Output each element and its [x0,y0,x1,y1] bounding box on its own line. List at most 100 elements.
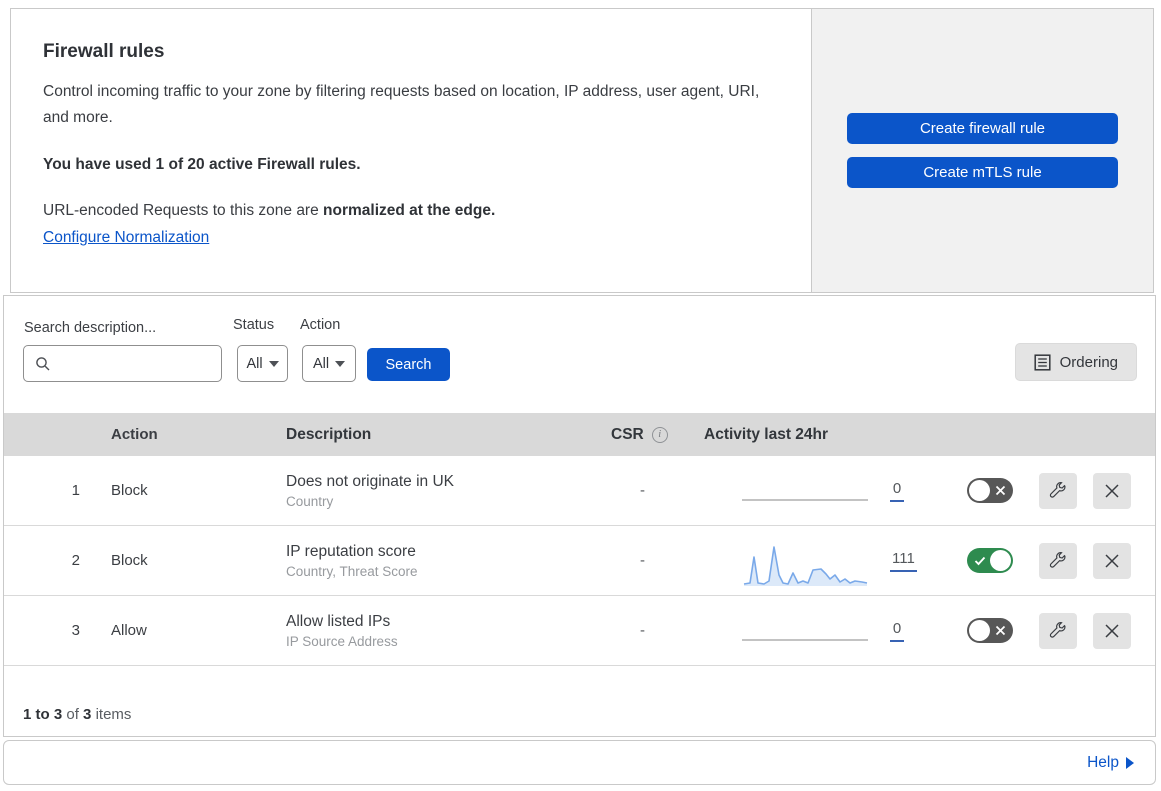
activity-sparkline [742,542,868,588]
normalization-bold: normalized at the edge. [323,202,495,219]
rule-fields: Country [286,494,584,509]
rule-description-cell: Allow listed IPs IP Source Address [264,613,584,649]
delete-rule-button[interactable] [1093,543,1131,579]
chevron-down-icon [335,361,345,367]
rule-controls [934,543,1155,579]
search-input[interactable] [59,356,240,372]
csr-header-label: CSR [611,426,644,444]
delete-rule-button[interactable] [1093,613,1131,649]
configure-normalization-link[interactable]: Configure Normalization [43,229,209,247]
ordering-label: Ordering [1060,354,1118,371]
table-row: 2 Block IP reputation score Country, Thr… [4,526,1155,596]
rule-enabled-toggle[interactable] [967,478,1013,503]
usage-summary: You have used 1 of 20 active Firewall ru… [43,156,779,174]
help-label: Help [1087,754,1119,772]
column-activity: Activity last 24hr [694,426,934,444]
firewall-rules-page: Firewall rules Control incoming traffic … [0,0,1161,791]
search-button[interactable]: Search [367,348,450,381]
action-select[interactable]: All [302,345,356,382]
rules-card: Search description... Status All Action … [3,295,1156,737]
normalization-note: URL-encoded Requests to this zone are no… [43,202,779,220]
toggle-knob [969,620,990,641]
rule-csr: - [584,552,694,569]
column-action: Action [92,426,264,443]
rule-description-cell: Does not originate in UK Country [264,473,584,509]
info-icon[interactable]: i [652,427,668,443]
delete-rule-button[interactable] [1093,473,1131,509]
create-firewall-rule-button[interactable]: Create firewall rule [847,113,1118,144]
rule-activity-cell: 0 [694,480,934,502]
x-icon [995,485,1006,496]
rule-action: Block [92,482,264,499]
rule-priority: 3 [4,622,92,639]
table-row: 1 Block Does not originate in UK Country… [4,456,1155,526]
activity-count-link[interactable]: 0 [890,620,904,642]
action-label: Action [300,317,340,333]
status-label: Status [233,317,274,333]
close-icon [1104,553,1120,569]
search-icon [35,356,51,372]
rule-priority: 1 [4,482,92,499]
rule-fields: Country, Threat Score [286,564,584,579]
x-icon [995,625,1006,636]
rule-description-cell: IP reputation score Country, Threat Scor… [264,543,584,579]
pagination-items: items [96,706,132,723]
rules-table: Action Description CSR i Activity last 2… [4,413,1155,666]
table-row: 3 Allow Allow listed IPs IP Source Addre… [4,596,1155,666]
arrow-right-icon [1126,757,1134,769]
help-bar: Help [3,740,1156,785]
close-icon [1104,483,1120,499]
help-link[interactable]: Help [1087,754,1134,772]
pagination-range: 1 to 3 [23,706,62,723]
wrench-icon [1049,482,1067,500]
toggle-knob [990,550,1011,571]
actions-panel: Create firewall rule Create mTLS rule [811,8,1154,293]
rule-description: Allow listed IPs [286,613,584,631]
toggle-knob [969,480,990,501]
edit-rule-button[interactable] [1039,473,1077,509]
rule-activity-cell: 0 [694,620,934,642]
action-value: All [313,356,329,372]
status-value: All [246,356,262,372]
normalization-text: URL-encoded Requests to this zone are [43,202,323,219]
table-header-row: Action Description CSR i Activity last 2… [4,413,1155,456]
status-select[interactable]: All [237,345,288,382]
ordering-button[interactable]: Ordering [1015,343,1137,381]
search-label: Search description... [24,320,156,336]
page-description: Control incoming traffic to your zone by… [43,79,779,130]
rule-description: Does not originate in UK [286,473,584,491]
rule-action: Allow [92,622,264,639]
check-icon [974,556,986,566]
rule-activity-cell: 111 [694,538,934,584]
search-input-wrapper[interactable] [23,345,222,382]
column-csr: CSR i [584,426,694,444]
create-mtls-rule-button[interactable]: Create mTLS rule [847,157,1118,188]
pagination-of: of [66,706,79,723]
rule-controls [934,473,1155,509]
rule-description: IP reputation score [286,543,584,561]
activity-sparkline-flat [742,639,868,641]
wrench-icon [1049,552,1067,570]
rule-csr: - [584,482,694,499]
edit-rule-button[interactable] [1039,543,1077,579]
rule-priority: 2 [4,552,92,569]
activity-sparkline-flat [742,499,868,501]
list-icon [1034,354,1051,371]
pagination-summary: 1 to 3 of 3 items [23,706,131,723]
rule-action: Block [92,552,264,569]
activity-count-link[interactable]: 0 [890,480,904,502]
column-description: Description [264,426,584,444]
rule-enabled-toggle[interactable] [967,618,1013,643]
intro-card: Firewall rules Control incoming traffic … [10,8,812,293]
edit-rule-button[interactable] [1039,613,1077,649]
close-icon [1104,623,1120,639]
rule-controls [934,613,1155,649]
wrench-icon [1049,622,1067,640]
rule-enabled-toggle[interactable] [967,548,1013,573]
rule-csr: - [584,622,694,639]
rule-fields: IP Source Address [286,634,584,649]
pagination-total: 3 [83,706,91,723]
chevron-down-icon [269,361,279,367]
page-title: Firewall rules [43,41,779,63]
activity-count-link[interactable]: 111 [890,550,917,572]
